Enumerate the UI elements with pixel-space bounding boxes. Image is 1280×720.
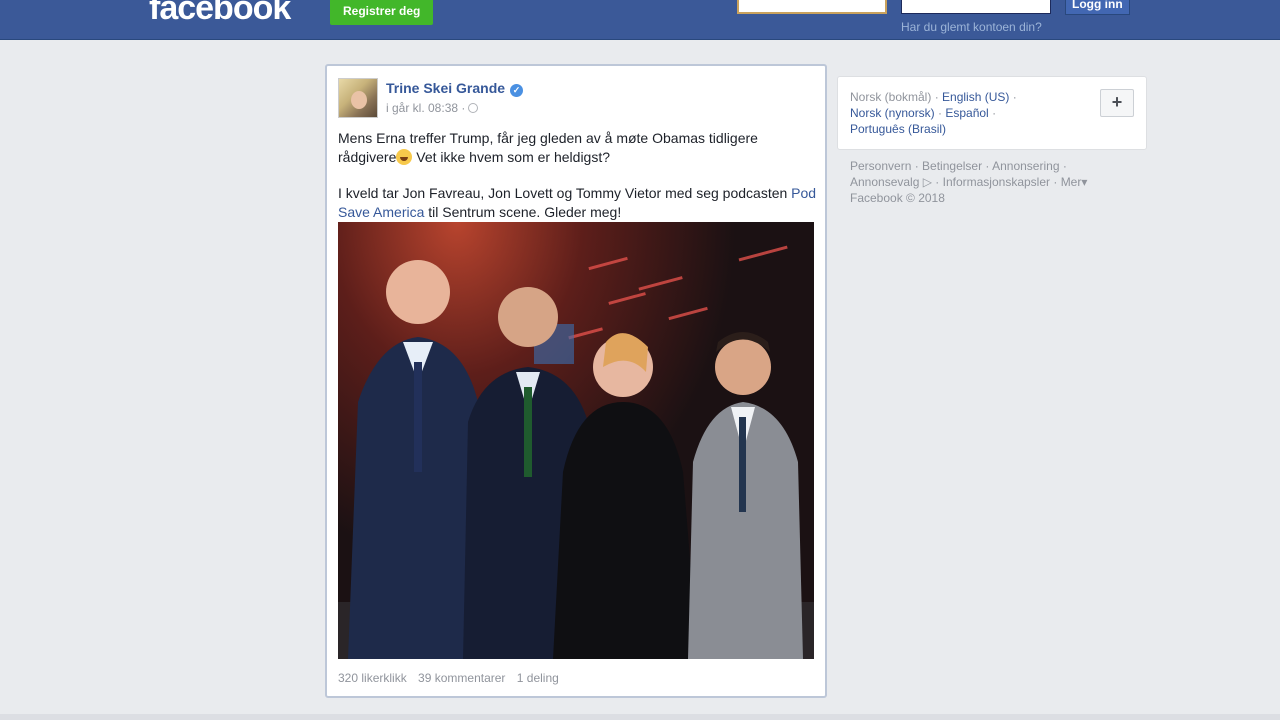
comments-count[interactable]: 39 kommentarer: [418, 671, 505, 685]
language-box: Norsk (bokmål) · English (US) · Norsk (n…: [837, 76, 1147, 150]
footer-copyright: Facebook © 2018: [850, 191, 945, 205]
bottom-edge: [0, 714, 1280, 720]
shares-count[interactable]: 1 deling: [517, 671, 559, 685]
likes-count[interactable]: 320 likerklikk: [338, 671, 407, 685]
post-card: Trine Skei Grande ✓ i går kl. 08:38 · Men…: [325, 64, 827, 698]
post-stats: 320 likerklikk 39 kommentarer 1 deling: [338, 671, 567, 685]
more-languages-button[interactable]: +: [1100, 89, 1134, 117]
post-author[interactable]: Trine Skei Grande ✓: [386, 80, 524, 97]
verified-badge-icon: ✓: [510, 84, 524, 97]
separator: ·: [1009, 90, 1017, 104]
post-text-2a: I kveld tar Jon Favreau, Jon Lovett og T…: [338, 185, 792, 201]
email-field[interactable]: [737, 0, 887, 14]
footer-link-terms[interactable]: Betingelser: [922, 159, 982, 173]
facebook-logo[interactable]: facebook: [149, 0, 291, 28]
post-photo[interactable]: [338, 222, 814, 659]
password-field[interactable]: [901, 0, 1051, 14]
register-button[interactable]: Registrer deg: [330, 0, 434, 25]
post-timestamp[interactable]: i går kl. 08:38 ·: [386, 101, 465, 115]
post-text-1b: Vet ikke hvem som er heldigst?: [412, 149, 611, 165]
top-bar: facebook Registrer deg Logg inn Har du g…: [0, 0, 1280, 40]
language-espanol[interactable]: Español: [945, 106, 988, 120]
language-english[interactable]: English (US): [942, 90, 1009, 104]
footer-link-privacy[interactable]: Personvern: [850, 159, 911, 173]
post-text-paragraph-2: I kveld tar Jon Favreau, Jon Lovett og T…: [338, 184, 818, 222]
post-text-paragraph-1: Mens Erna treffer Trump, får jeg gleden …: [338, 129, 818, 167]
dropdown-caret-icon: ▾: [1081, 175, 1088, 189]
post-meta: i går kl. 08:38 ·: [386, 101, 479, 115]
footer-link-adchoices[interactable]: Annonsevalg: [850, 175, 919, 189]
footer-link-more[interactable]: Mer: [1061, 175, 1082, 189]
language-nynorsk[interactable]: Norsk (nynorsk): [850, 106, 935, 120]
forgot-account-link[interactable]: Har du glemt kontoen din?: [901, 20, 1042, 34]
adchoices-icon: ▷: [919, 175, 932, 189]
post-text-2b: til Sentrum scene. Gleder meg!: [424, 204, 622, 220]
post-author-name[interactable]: Trine Skei Grande: [386, 80, 505, 96]
login-button[interactable]: Logg inn: [1065, 0, 1130, 15]
footer-links: Personvern · Betingelser · Annonsering ·…: [850, 159, 1088, 205]
footer-link-advertising[interactable]: Annonsering: [992, 159, 1059, 173]
separator: ·: [988, 106, 997, 120]
globe-icon: [468, 103, 479, 113]
photo-illustration: [338, 245, 814, 659]
language-portugues[interactable]: Português (Brasil): [850, 122, 946, 136]
language-current: Norsk (bokmål): [850, 90, 932, 104]
language-list: Norsk (bokmål) · English (US) · Norsk (n…: [850, 89, 1040, 137]
laughing-emoji-icon: [396, 149, 413, 165]
separator: ·: [931, 90, 943, 104]
author-avatar[interactable]: [338, 78, 378, 118]
separator: ·: [934, 106, 946, 120]
footer-link-cookies[interactable]: Informasjonskapsler: [943, 175, 1050, 189]
